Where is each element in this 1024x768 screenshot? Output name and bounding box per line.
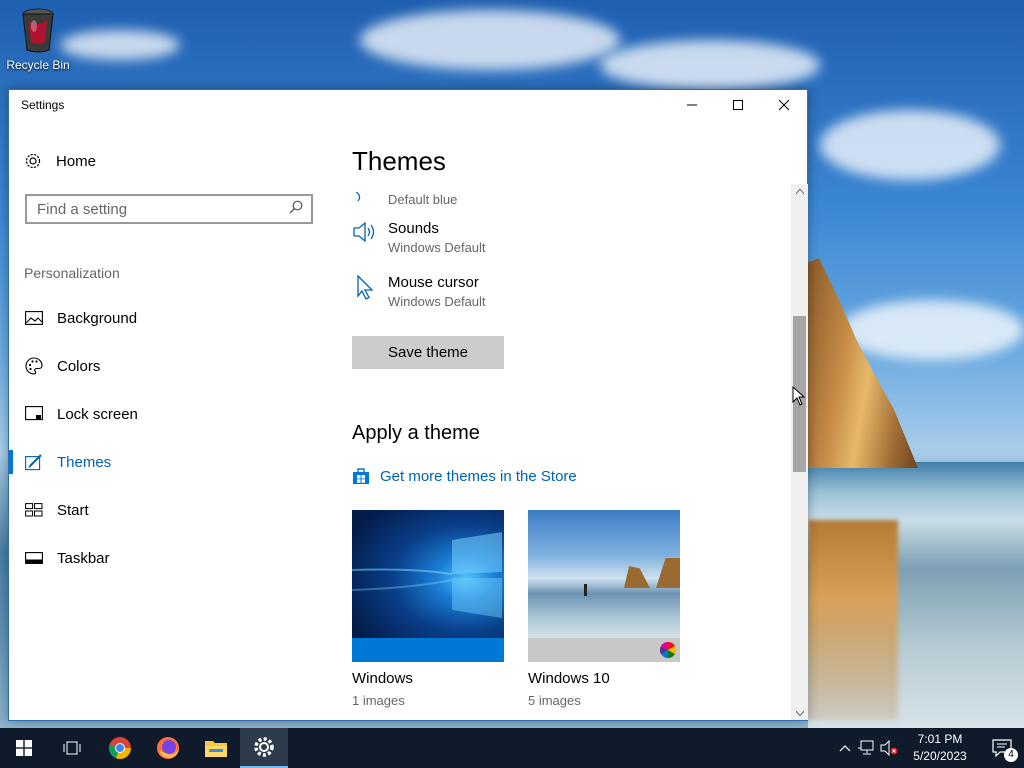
store-bag-icon: [352, 466, 372, 486]
settings-window: Settings Home Personalization: [8, 89, 808, 721]
theme-card-windows[interactable]: Windows 1 images: [352, 510, 504, 708]
page-title: Themes: [352, 146, 486, 177]
brush-icon: [25, 453, 43, 471]
theme-image-count: 5 images: [528, 693, 581, 708]
color-icon: [352, 192, 378, 218]
recycle-bin[interactable]: Recycle Bin: [4, 6, 72, 72]
mouse-cursor-value: Windows Default: [388, 294, 486, 309]
taskbar: 7:01 PM 5/20/2023 4: [0, 728, 1024, 768]
store-themes-link[interactable]: Get more themes in the Store: [352, 466, 577, 486]
scroll-up-arrow[interactable]: [791, 184, 808, 198]
theme-accent-bar: [352, 638, 504, 662]
picture-icon: [25, 309, 43, 327]
color-wheel-icon: [660, 642, 676, 658]
volume-muted-icon: [880, 740, 898, 756]
color-value: Default blue: [388, 192, 458, 207]
cursor-icon: [352, 274, 378, 300]
task-view-icon: [63, 741, 81, 755]
task-view-button[interactable]: [48, 728, 96, 768]
speaker-icon: [352, 220, 378, 246]
taskbar-icon: [25, 549, 43, 567]
content-scrollbar[interactable]: [791, 184, 808, 720]
clock-time: 7:01 PM: [917, 732, 963, 746]
cliff-reflection: [808, 520, 898, 720]
home-nav[interactable]: Home: [24, 152, 96, 170]
sounds-value: Windows Default: [388, 240, 486, 255]
themes-content: Default blue Themes Sounds Windows Defau…: [329, 120, 791, 720]
sidebar-item-taskbar[interactable]: Taskbar: [9, 538, 329, 578]
sidebar-item-label: Background: [57, 309, 138, 327]
sidebar-item-background[interactable]: Background: [9, 298, 329, 338]
theme-name: Windows: [352, 670, 413, 687]
maximize-button[interactable]: [715, 90, 761, 120]
gear-icon: [24, 152, 42, 170]
mouse-pointer-icon: [792, 386, 806, 406]
personalization-heading: Personalization: [24, 265, 120, 281]
sidebar-item-themes[interactable]: Themes: [9, 442, 329, 482]
sidebar-item-label: Colors: [57, 357, 101, 375]
network-tray-button[interactable]: [856, 728, 878, 768]
sidebar-item-label: Lock screen: [57, 405, 138, 423]
clock-date: 5/20/2023: [913, 749, 967, 763]
window-title: Settings: [21, 98, 65, 112]
sidebar-item-label: Themes: [57, 453, 112, 471]
firefox-icon: [157, 737, 179, 759]
folder-icon: [205, 741, 227, 757]
file-explorer-taskbar-button[interactable]: [192, 728, 240, 768]
sidebar: Home Personalization Background Colors: [9, 120, 329, 720]
search-icon[interactable]: [289, 200, 303, 219]
close-icon: [778, 99, 790, 111]
sounds-setting[interactable]: Sounds Windows Default: [352, 220, 486, 255]
show-hidden-icons-button[interactable]: [834, 728, 856, 768]
mouse-cursor-setting[interactable]: Mouse cursor Windows Default: [352, 274, 486, 309]
firefox-taskbar-button[interactable]: [144, 728, 192, 768]
settings-taskbar-button[interactable]: [240, 728, 288, 768]
store-link-label: Get more themes in the Store: [380, 467, 577, 485]
cliff: [808, 258, 918, 468]
apply-theme-heading: Apply a theme: [352, 422, 480, 444]
theme-thumbnail[interactable]: [352, 510, 504, 662]
title-bar[interactable]: Settings: [9, 90, 807, 120]
chevron-up-icon: [839, 745, 851, 752]
save-theme-button[interactable]: Save theme: [352, 336, 504, 369]
home-label: Home: [56, 152, 97, 170]
palette-icon: [25, 357, 43, 375]
minimize-button[interactable]: [669, 90, 715, 120]
sidebar-item-label: Start: [57, 501, 89, 519]
theme-card-windows-10[interactable]: Windows 10 5 images: [528, 510, 680, 708]
sidebar-item-lock-screen[interactable]: Lock screen: [9, 394, 329, 434]
theme-thumbnail[interactable]: [528, 510, 680, 662]
notification-count-badge: 4: [1004, 748, 1018, 762]
theme-image-count: 1 images: [352, 693, 405, 708]
action-center-button[interactable]: 4: [980, 728, 1024, 768]
search-input[interactable]: [37, 200, 289, 218]
theme-accent-bar: [528, 638, 680, 662]
taskbar-clock[interactable]: 7:01 PM 5/20/2023: [900, 731, 980, 765]
search-box[interactable]: [25, 194, 313, 224]
start-grid-icon: [25, 501, 43, 519]
lock-screen-icon: [25, 405, 43, 423]
windows-logo-icon: [16, 740, 32, 756]
system-tray: 7:01 PM 5/20/2023 4: [834, 728, 1024, 768]
theme-name: Windows 10: [528, 670, 610, 687]
sidebar-item-label: Taskbar: [57, 549, 110, 567]
maximize-icon: [733, 100, 743, 110]
sidebar-item-colors[interactable]: Colors: [9, 346, 329, 386]
close-button[interactable]: [761, 90, 807, 120]
recycle-bin-icon: [19, 6, 57, 54]
recycle-bin-label: Recycle Bin: [6, 58, 70, 72]
volume-tray-button[interactable]: [878, 728, 900, 768]
chrome-taskbar-button[interactable]: [96, 728, 144, 768]
scroll-down-arrow[interactable]: [791, 706, 808, 720]
sounds-label: Sounds: [388, 220, 439, 237]
minimize-icon: [687, 104, 697, 106]
network-icon: [858, 740, 874, 755]
chrome-icon: [108, 737, 132, 760]
color-setting[interactable]: Default blue: [352, 192, 457, 218]
settings-gear-icon: [254, 737, 274, 757]
mouse-cursor-label: Mouse cursor: [388, 274, 479, 291]
start-button[interactable]: [0, 728, 48, 768]
sidebar-item-start[interactable]: Start: [9, 490, 329, 530]
